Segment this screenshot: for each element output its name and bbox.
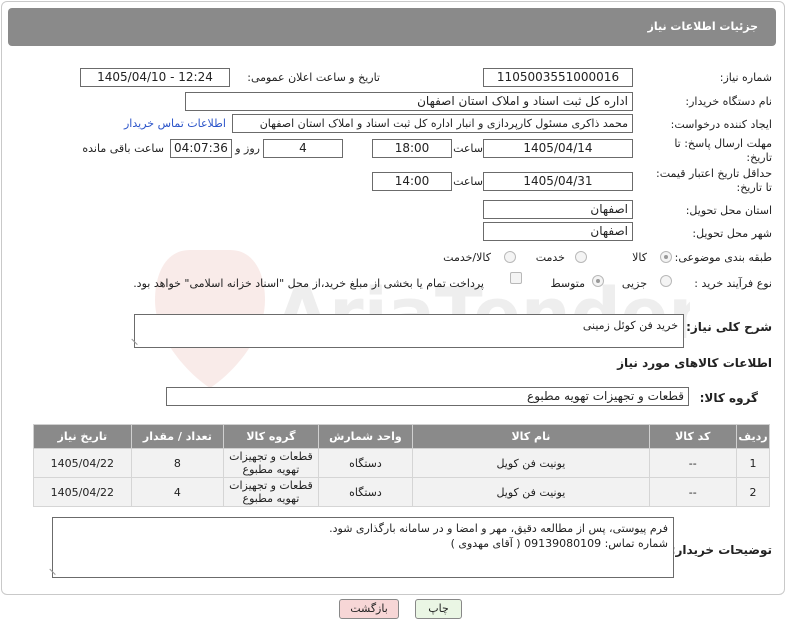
deadline-time-label: ساعت bbox=[453, 142, 483, 155]
validity-time-field[interactable]: 14:00 bbox=[372, 172, 452, 191]
time-remaining-field[interactable]: 04:07:36 bbox=[170, 139, 232, 158]
category-radio-goods[interactable] bbox=[660, 251, 672, 263]
process-label: نوع فرآیند خرید : bbox=[694, 277, 772, 290]
creator-field[interactable]: محمد ذاکری مسئول کارپردازی و انبار اداره… bbox=[232, 114, 633, 133]
process-option-minor: جزیی bbox=[621, 277, 647, 290]
category-option-service: خدمت bbox=[535, 251, 565, 264]
col-unit: واحد شمارش bbox=[317, 424, 414, 449]
category-radio-goods-service[interactable] bbox=[504, 251, 516, 263]
cell-code: -- bbox=[648, 448, 737, 478]
cell-group: قطعات و تجهیزات تهویه مطبوع bbox=[223, 448, 319, 478]
col-date: تاریخ نیاز bbox=[33, 424, 132, 449]
buyer-notes-line-2: شماره تماس: 09139080109 ( آقای مهدوی ) bbox=[450, 537, 668, 550]
goods-table-header: ردیف کد کالا نام کالا واحد شمارش گروه کا… bbox=[33, 424, 771, 449]
resize-grip-icon[interactable] bbox=[49, 563, 61, 575]
cell-name: یونیت فن کویل bbox=[412, 477, 650, 507]
resize-grip-icon[interactable] bbox=[131, 333, 143, 345]
treasury-payment-note: پرداخت تمام یا بخشی از مبلغ خرید،از محل … bbox=[133, 277, 484, 290]
goods-section-title: اطلاعات کالاهای مورد نیاز bbox=[617, 356, 772, 370]
goods-group-label: گروه کالا: bbox=[699, 391, 758, 405]
days-label: روز و bbox=[235, 142, 260, 155]
cell-date: 1405/04/22 bbox=[33, 448, 132, 478]
province-field[interactable]: اصفهان bbox=[483, 200, 633, 219]
city-field[interactable]: اصفهان bbox=[483, 222, 633, 241]
cell-qty: 8 bbox=[130, 448, 225, 478]
deadline-label-1: مهلت ارسال پاسخ: تا bbox=[674, 137, 772, 150]
process-option-medium: متوسط bbox=[550, 277, 585, 290]
buyer-notes-label: توضیحات خریدار: bbox=[670, 543, 772, 557]
cell-date: 1405/04/22 bbox=[33, 477, 132, 507]
cell-qty: 4 bbox=[130, 477, 225, 507]
days-remaining-field[interactable]: 4 bbox=[263, 139, 343, 158]
creator-label: ایجاد کننده درخواست: bbox=[670, 118, 772, 131]
process-radio-medium[interactable] bbox=[592, 275, 604, 287]
col-row: ردیف bbox=[735, 424, 771, 449]
panel-title: جزئیات اطلاعات نیاز bbox=[647, 20, 759, 33]
buyer-org-label: نام دستگاه خریدار: bbox=[685, 95, 772, 108]
buyer-notes-textarea[interactable]: فرم پیوستی، پس از مطالعه دقیق، مهر و امض… bbox=[49, 517, 674, 578]
cell-code: -- bbox=[648, 477, 737, 507]
goods-group-field[interactable]: قطعات و تجهیزات تهویه مطبوع bbox=[166, 387, 689, 406]
need-number-field[interactable]: 1105003551000016 bbox=[483, 68, 633, 87]
cell-unit: دستگاه bbox=[317, 477, 414, 507]
cell-unit: دستگاه bbox=[317, 448, 414, 478]
table-row[interactable]: 1 -- یونیت فن کویل دستگاه قطعات و تجهیزا… bbox=[33, 448, 771, 478]
need-number-label: شماره نیاز: bbox=[719, 71, 772, 84]
validity-time-label: ساعت bbox=[453, 175, 483, 188]
city-label: شهر محل تحویل: bbox=[692, 227, 772, 240]
cell-row: 2 bbox=[735, 477, 771, 507]
category-option-goods: کالا bbox=[632, 251, 647, 264]
category-radio-service[interactable] bbox=[575, 251, 587, 263]
time-remaining-label: ساعت باقی مانده bbox=[82, 142, 164, 155]
back-button[interactable]: بازگشت bbox=[339, 599, 399, 619]
validity-date-field[interactable]: 1405/04/31 bbox=[483, 172, 633, 191]
panel-title-bar: جزئیات اطلاعات نیاز bbox=[8, 8, 776, 46]
description-textarea[interactable]: خرید فن کوئل زمینی bbox=[131, 314, 684, 348]
cell-group: قطعات و تجهیزات تهویه مطبوع bbox=[223, 477, 319, 507]
buyer-org-field[interactable]: اداره کل ثبت اسناد و املاک استان اصفهان bbox=[185, 92, 633, 111]
cell-name: یونیت فن کویل bbox=[412, 448, 650, 478]
process-radio-minor[interactable] bbox=[660, 275, 672, 287]
category-label: طبقه بندی موضوعی: bbox=[674, 251, 772, 264]
print-button[interactable]: چاپ bbox=[415, 599, 462, 619]
description-text: خرید فن کوئل زمینی bbox=[582, 319, 678, 332]
announce-date-field[interactable]: 1405/04/10 - 12:24 bbox=[80, 68, 230, 87]
goods-table: ردیف کد کالا نام کالا واحد شمارش گروه کا… bbox=[33, 424, 771, 507]
table-row[interactable]: 2 -- یونیت فن کویل دستگاه قطعات و تجهیزا… bbox=[33, 477, 771, 507]
announce-date-label: تاریخ و ساعت اعلان عمومی: bbox=[247, 71, 380, 84]
description-label: شرح کلی نیاز: bbox=[686, 320, 772, 334]
province-label: استان محل تحویل: bbox=[685, 204, 772, 217]
col-name: نام کالا bbox=[412, 424, 650, 449]
cell-row: 1 bbox=[735, 448, 771, 478]
col-group: گروه کالا bbox=[223, 424, 319, 449]
deadline-time-field[interactable]: 18:00 bbox=[372, 139, 452, 158]
buyer-notes-line-1: فرم پیوستی، پس از مطالعه دقیق، مهر و امض… bbox=[329, 522, 668, 535]
deadline-date-field[interactable]: 1405/04/14 bbox=[483, 139, 633, 158]
validity-label-2: تا تاریخ: bbox=[736, 181, 772, 194]
col-qty: تعداد / مقدار bbox=[130, 424, 225, 449]
treasury-payment-checkbox[interactable] bbox=[510, 272, 522, 284]
deadline-label-2: تاریخ: bbox=[746, 151, 772, 164]
category-option-goods-service: کالا/خدمت bbox=[443, 251, 491, 264]
col-code: کد کالا bbox=[648, 424, 737, 449]
validity-label-1: حداقل تاریخ اعتبار قیمت: bbox=[656, 167, 772, 180]
buyer-contact-link[interactable]: اطلاعات تماس خریدار bbox=[124, 117, 226, 130]
